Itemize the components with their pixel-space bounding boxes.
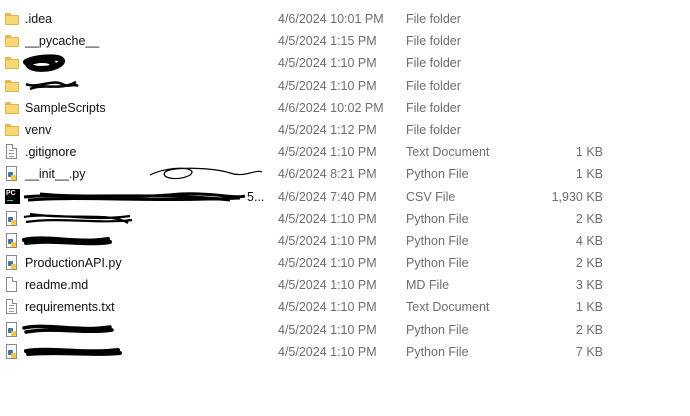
list-item[interactable]: venv 4/5/2024 1:12 PM File folder (0, 119, 690, 141)
file-type: Text Document (406, 145, 490, 160)
folder-icon (5, 97, 21, 119)
redaction-scribble (23, 191, 246, 201)
file-name: .idea (25, 12, 53, 26)
redaction-scribble (25, 80, 79, 90)
folder-icon (5, 30, 21, 52)
file-name: .gitignore (25, 145, 77, 160)
file-date-modified: 4/5/2024 1:10 PM (278, 300, 377, 315)
file-size: 1 KB (575, 145, 603, 160)
text-document-icon (5, 274, 21, 296)
file-type: Python File (406, 167, 469, 182)
file-type: Python File (406, 211, 469, 226)
redaction-scribble (23, 212, 133, 224)
list-item[interactable]: 4/5/2024 1:10 PM File folder (0, 75, 690, 97)
file-type: File folder (406, 34, 461, 49)
file-date-modified: 4/5/2024 1:10 PM (278, 233, 377, 248)
list-item[interactable]: PC 5... 4/6/2024 7:40 PM CSV File 1,930 … (0, 186, 690, 208)
file-date-modified: 4/6/2024 7:40 PM (278, 189, 377, 204)
file-name: SampleScripts (25, 100, 106, 115)
text-document-icon (5, 296, 21, 318)
file-type: Python File (406, 322, 469, 337)
file-name: ProductionAPI.py (25, 256, 122, 271)
list-item[interactable]: SampleScripts 4/6/2024 10:02 PM File fol… (0, 97, 690, 119)
redaction-scribble (22, 324, 114, 334)
file-date-modified: 4/6/2024 10:02 PM (278, 100, 384, 115)
file-date-modified: 4/5/2024 1:10 PM (278, 56, 377, 71)
file-size: 4 KB (575, 233, 603, 248)
file-size: 2 KB (575, 256, 603, 271)
list-item[interactable]: .gitignore 4/5/2024 1:10 PM Text Documen… (0, 141, 690, 163)
file-type: File folder (406, 12, 461, 26)
file-date-modified: 4/5/2024 1:10 PM (278, 322, 377, 337)
file-date-modified: 4/5/2024 1:10 PM (278, 145, 377, 160)
file-list: .idea 4/6/2024 10:01 PM File folder __py… (0, 8, 690, 363)
list-item[interactable]: ProductionAPI.py 4/5/2024 1:10 PM Python… (0, 252, 690, 274)
file-name: venv (25, 122, 52, 137)
file-size: 2 KB (575, 322, 603, 337)
file-size: 7 KB (575, 344, 603, 359)
list-item[interactable]: __init__.py 4/6/2024 8:21 PM Python File… (0, 163, 690, 185)
folder-icon (5, 119, 21, 141)
list-item[interactable]: 4/5/2024 1:10 PM Python File 2 KB (0, 208, 690, 230)
redaction-scribble (22, 236, 112, 246)
file-size: 1 KB (575, 167, 603, 182)
file-date-modified: 4/5/2024 1:10 PM (278, 211, 377, 226)
file-type: Python File (406, 344, 469, 359)
folder-icon (5, 8, 21, 30)
file-type: Python File (406, 256, 469, 271)
file-name: __pycache__ (25, 34, 100, 49)
file-size: 3 KB (575, 278, 603, 293)
redaction-scribble (24, 347, 122, 356)
list-item[interactable]: .idea 4/6/2024 10:01 PM File folder (0, 8, 690, 30)
file-name: readme.md (25, 278, 89, 293)
file-date-modified: 4/5/2024 1:10 PM (278, 278, 377, 293)
file-date-modified: 4/6/2024 10:01 PM (278, 12, 384, 26)
list-item[interactable]: 4/5/2024 1:10 PM Python File 4 KB (0, 230, 690, 252)
list-item[interactable]: readme.md 4/5/2024 1:10 PM MD File 3 KB (0, 274, 690, 296)
file-date-modified: 4/5/2024 1:10 PM (278, 256, 377, 271)
file-date-modified: 4/5/2024 1:15 PM (278, 34, 377, 49)
file-type: MD File (406, 278, 450, 293)
file-date-modified: 4/5/2024 1:10 PM (278, 78, 377, 93)
file-type: Text Document (406, 300, 490, 315)
file-size: 2 KB (575, 211, 603, 226)
list-item[interactable]: 4/5/2024 1:10 PM Python File 7 KB (0, 341, 690, 363)
file-name: requirements.txt (25, 300, 115, 315)
file-type: File folder (406, 100, 461, 115)
list-item[interactable]: requirements.txt 4/5/2024 1:10 PM Text D… (0, 296, 690, 318)
file-size: 1 KB (575, 300, 603, 315)
file-type: CSV File (406, 189, 456, 204)
redaction-scribble (23, 54, 65, 73)
file-date-modified: 4/5/2024 1:12 PM (278, 122, 377, 137)
list-item[interactable]: 4/5/2024 1:10 PM File folder (0, 52, 690, 74)
file-size: 1,930 KB (551, 189, 603, 204)
file-type: File folder (406, 78, 461, 93)
redaction-scribble (149, 167, 263, 180)
list-item[interactable]: __pycache__ 4/5/2024 1:15 PM File folder (0, 30, 690, 52)
list-item[interactable]: 4/5/2024 1:10 PM Python File 2 KB (0, 319, 690, 341)
file-type: File folder (406, 56, 461, 71)
file-date-modified: 4/5/2024 1:10 PM (278, 344, 377, 359)
python-file-icon (5, 252, 21, 274)
text-document-icon (5, 141, 21, 163)
file-type: Python File (406, 233, 469, 248)
file-type: File folder (406, 122, 461, 137)
file-date-modified: 4/6/2024 8:21 PM (278, 167, 377, 182)
